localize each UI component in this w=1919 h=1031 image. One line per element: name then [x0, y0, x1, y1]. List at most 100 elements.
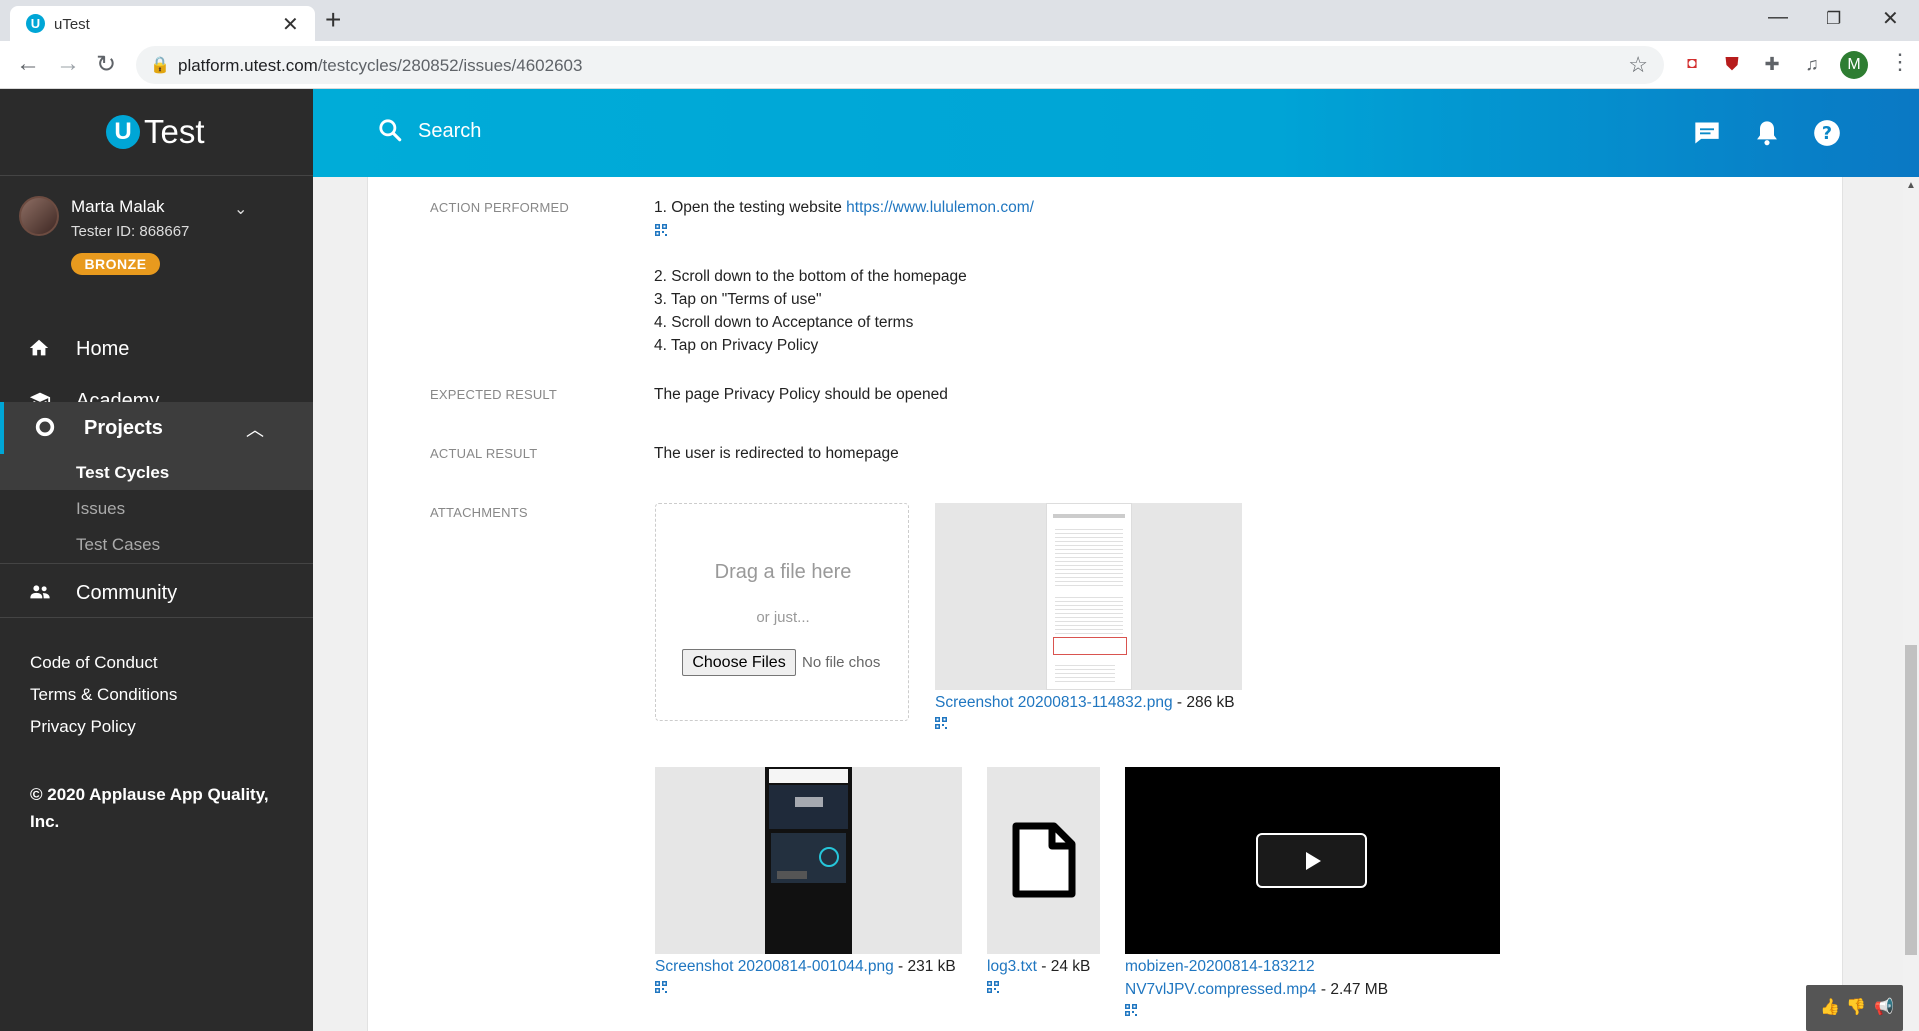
- profile-avatar[interactable]: M: [1840, 51, 1868, 79]
- feedback-widget[interactable]: 👍 👎 📢: [1806, 985, 1903, 1031]
- lululemon-link[interactable]: https://www.lululemon.com/: [846, 199, 1034, 216]
- svg-text:?: ?: [1822, 124, 1832, 144]
- choose-files-button[interactable]: Choose Files: [682, 649, 796, 676]
- no-file-chosen-text: No file chos: [802, 654, 881, 671]
- main-content: ACTION PERFORMED 1. Open the testing web…: [313, 177, 1903, 1031]
- attachment-thumbnail[interactable]: [935, 503, 1242, 690]
- privacy-policy-link[interactable]: Privacy Policy: [30, 717, 136, 737]
- ublock-extension-icon[interactable]: ⛊: [1720, 52, 1744, 76]
- forward-icon[interactable]: →: [56, 50, 80, 78]
- top-header: Search ?: [313, 89, 1919, 177]
- dropzone-title: Drag a file here: [714, 561, 852, 583]
- people-icon: [28, 581, 52, 609]
- tab-close-icon[interactable]: ✕: [282, 12, 299, 37]
- help-icon[interactable]: ?: [1813, 119, 1841, 147]
- dropzone-or-text: or just...: [756, 609, 810, 626]
- utest-favicon-icon: U: [26, 14, 45, 33]
- sidebar-subitem-label: Test Cycles: [76, 463, 170, 482]
- sidebar-item-home[interactable]: Home: [0, 323, 313, 375]
- attachments-label: ATTACHMENTS: [430, 505, 528, 520]
- qr-code-icon[interactable]: [935, 717, 947, 729]
- step-5: 4. Tap on Privacy Policy: [654, 337, 819, 354]
- window-close-icon[interactable]: ✕: [1882, 6, 1899, 31]
- search-input[interactable]: Search: [418, 120, 481, 143]
- screenshot-preview: [1046, 503, 1132, 690]
- megaphone-icon[interactable]: 📢: [1874, 997, 1894, 1017]
- qr-code-icon[interactable]: [987, 981, 999, 993]
- back-icon[interactable]: ←: [16, 50, 40, 78]
- actual-result-value: The user is redirected to homepage: [654, 445, 899, 462]
- attachment-thumbnail[interactable]: [655, 767, 962, 954]
- step-3: 3. Tap on "Terms of use": [654, 291, 822, 308]
- play-icon: [1306, 852, 1321, 870]
- terms-conditions-link[interactable]: Terms & Conditions: [30, 685, 177, 705]
- expected-result-label: EXPECTED RESULT: [430, 387, 558, 402]
- qr-code-icon[interactable]: [1125, 1004, 1137, 1016]
- sidebar: U Test Marta Malak Tester ID: 868667 ⌄ B…: [0, 89, 313, 1031]
- expected-result-value: The page Privacy Policy should be opened: [654, 386, 948, 403]
- attachment-1-caption: Screenshot 20200813-114832.png - 286 kB: [935, 694, 1235, 711]
- sidebar-subitem-test-cases[interactable]: Test Cases: [0, 526, 313, 562]
- chat-icon[interactable]: [1693, 119, 1721, 147]
- attachment-4-caption-line2: NV7vlJPV.compressed.mp4 - 2.47 MB: [1125, 981, 1389, 998]
- divider: [0, 175, 313, 176]
- file-icon: [1012, 822, 1076, 898]
- qr-code-icon[interactable]: [655, 224, 667, 236]
- attachment-1-link[interactable]: Screenshot 20200813-114832.png: [935, 694, 1173, 711]
- bookmark-star-icon[interactable]: ☆: [1628, 52, 1648, 78]
- lock-icon: 🔒: [150, 57, 170, 74]
- file-dropzone[interactable]: Drag a file here or just... Choose Files…: [655, 503, 909, 721]
- extensions-icon[interactable]: ✚: [1760, 52, 1784, 76]
- sidebar-item-projects[interactable]: Projects ︿: [0, 402, 313, 454]
- browser-tab[interactable]: U uTest ✕: [10, 6, 315, 41]
- thumbs-down-icon[interactable]: 👎: [1846, 997, 1866, 1017]
- step-1: 1. Open the testing website https://www.…: [654, 199, 1034, 216]
- step-2: 2. Scroll down to the bottom of the home…: [654, 268, 967, 285]
- sidebar-item-label: Home: [76, 338, 130, 360]
- scrollbar-thumb[interactable]: [1905, 645, 1917, 955]
- copyright-text: © 2020 Applause App Quality, Inc.: [30, 785, 269, 831]
- video-thumbnail[interactable]: [1125, 767, 1500, 954]
- status-badge: BRONZE: [71, 253, 160, 275]
- sidebar-item-community[interactable]: Community: [0, 567, 313, 619]
- attachment-3-link[interactable]: log3.txt: [987, 958, 1037, 975]
- restore-icon[interactable]: ❐: [1826, 9, 1841, 29]
- chevron-down-icon[interactable]: ⌄: [234, 199, 247, 219]
- issue-card: ACTION PERFORMED 1. Open the testing web…: [367, 177, 1843, 1031]
- pocket-extension-icon[interactable]: ◘: [1680, 52, 1704, 76]
- bell-icon[interactable]: [1753, 119, 1781, 147]
- address-bar[interactable]: 🔒 platform.utest.com/testcycles/280852/i…: [136, 46, 1664, 84]
- sidebar-subitem-issues[interactable]: Issues: [0, 490, 313, 526]
- code-of-conduct-link[interactable]: Code of Conduct: [30, 653, 158, 673]
- logo-text: Test: [144, 113, 205, 150]
- attachment-3-caption: log3.txt - 24 kB: [987, 958, 1091, 975]
- home-icon: [28, 337, 50, 365]
- sidebar-subitem-label: Issues: [76, 499, 126, 518]
- scroll-up-arrow-icon[interactable]: ▲: [1906, 180, 1916, 191]
- divider: [0, 563, 313, 564]
- actual-result-label: ACTUAL RESULT: [430, 446, 538, 461]
- qr-code-icon[interactable]: [655, 981, 667, 993]
- reload-icon[interactable]: ↻: [96, 50, 116, 79]
- attachment-4-link-line2[interactable]: NV7vlJPV.compressed.mp4: [1125, 981, 1317, 998]
- ring-icon: [34, 416, 56, 444]
- thumbs-up-icon[interactable]: 👍: [1820, 997, 1840, 1017]
- url-text: platform.utest.com/testcycles/280852/iss…: [178, 56, 583, 75]
- attachment-4-link[interactable]: mobizen-20200814-183212: [1125, 958, 1315, 975]
- attachment-thumbnail[interactable]: [987, 767, 1100, 954]
- avatar[interactable]: [19, 196, 59, 236]
- play-button[interactable]: [1256, 833, 1367, 888]
- sidebar-subitem-test-cycles[interactable]: Test Cycles: [0, 454, 313, 490]
- browser-menu-icon[interactable]: ⋮: [1889, 49, 1911, 75]
- action-performed-label: ACTION PERFORMED: [430, 200, 569, 215]
- media-control-icon[interactable]: ♫: [1800, 52, 1824, 76]
- tester-id: Tester ID: 868667: [71, 223, 190, 240]
- chevron-up-icon[interactable]: ︿: [246, 416, 264, 442]
- browser-tab-strip: U uTest ✕ + — ❐ ✕: [0, 0, 1919, 41]
- new-tab-icon[interactable]: +: [325, 4, 341, 36]
- divider: [0, 617, 313, 618]
- screenshot-preview: [765, 767, 852, 954]
- search-icon[interactable]: [377, 117, 403, 143]
- attachment-2-link[interactable]: Screenshot 20200814-001044.png: [655, 958, 894, 975]
- minimize-icon[interactable]: —: [1768, 6, 1788, 29]
